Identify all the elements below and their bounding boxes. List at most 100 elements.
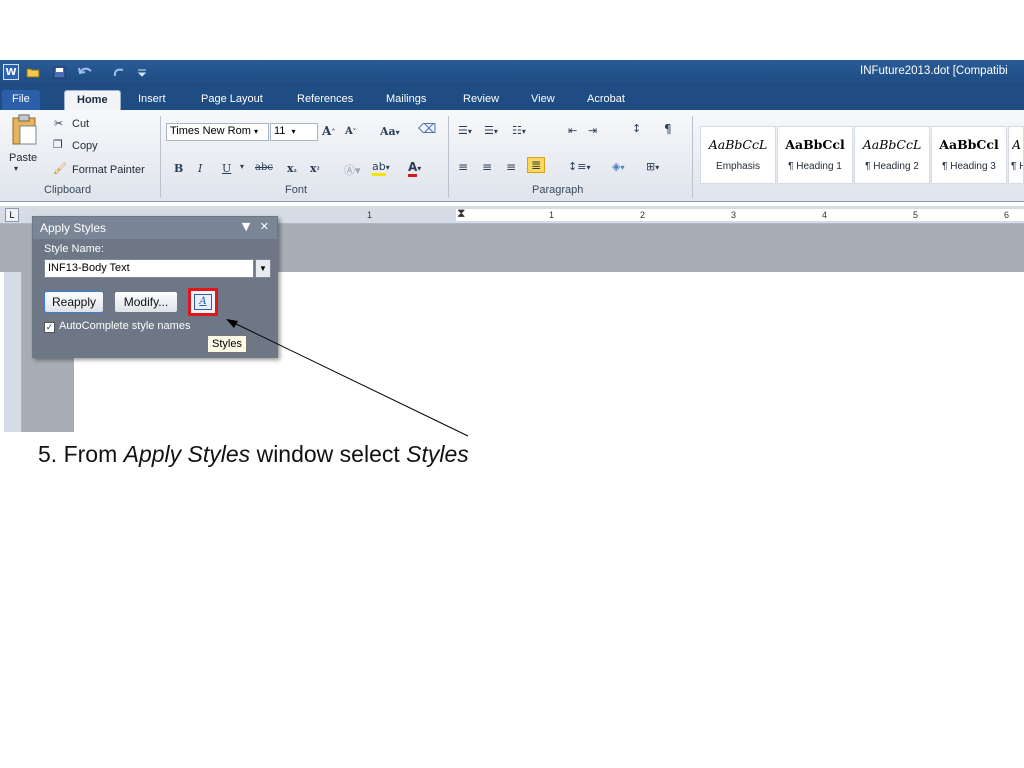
title-bar: W INFuture2013.dot [Compatibi <box>0 60 1024 86</box>
clipboard-group-label: Clipboard <box>44 184 92 196</box>
bold-icon[interactable]: B <box>174 162 183 175</box>
undo-icon[interactable] <box>76 64 98 80</box>
numbering-icon[interactable]: ☰▾ <box>484 124 498 137</box>
increase-indent-icon[interactable]: ⇥ <box>588 124 597 137</box>
styles-icon: A <box>194 294 212 310</box>
vertical-ruler[interactable] <box>4 272 22 432</box>
subscript-icon[interactable]: x₂ <box>287 162 297 175</box>
divider <box>160 116 161 198</box>
tab-references[interactable]: References <box>297 90 353 110</box>
ruler-number: 2 <box>640 210 646 220</box>
tab-insert[interactable]: Insert <box>138 90 166 110</box>
underline-icon[interactable]: U <box>222 162 231 175</box>
style-heading-3[interactable]: AaBbCcl ¶ Heading 3 <box>931 126 1007 184</box>
strikethrough-icon[interactable]: abc <box>255 162 273 173</box>
change-case-icon[interactable]: Aa▾ <box>380 125 400 138</box>
tab-review[interactable]: Review <box>463 90 499 110</box>
format-painter-button[interactable]: Format Painter <box>72 164 145 176</box>
borders-icon[interactable]: ⊞▾ <box>646 160 659 173</box>
apply-styles-pane: Apply Styles ▼ ✕ Style Name: INF13-Body … <box>32 216 278 358</box>
bullets-icon[interactable]: ☰▾ <box>458 124 472 137</box>
slide-caption: 5. From Apply Styles window select Style… <box>38 441 469 468</box>
modify-button[interactable]: Modify... <box>114 291 178 313</box>
style-name-input[interactable]: INF13-Body Text <box>44 259 254 278</box>
clear-formatting-icon[interactable]: ⌫ <box>418 122 436 137</box>
tab-file[interactable]: File <box>2 90 40 110</box>
ruler-number: 3 <box>731 210 737 220</box>
style-heading-1[interactable]: AaBbCcl ¶ Heading 1 <box>777 126 853 184</box>
italic-icon[interactable]: I <box>198 162 202 175</box>
justify-icon[interactable]: ≣ <box>527 157 546 173</box>
style-name: ¶ Heading 2 <box>865 161 919 172</box>
caption-styles: Styles <box>406 441 469 467</box>
pane-menu-icon[interactable]: ▼ <box>242 220 250 233</box>
paste-icon[interactable] <box>10 114 40 149</box>
paste-dropdown-icon[interactable]: ▾ <box>14 164 18 173</box>
ruler-number: 4 <box>822 210 828 220</box>
style-emphasis[interactable]: AaBbCcL Emphasis <box>700 126 776 184</box>
reapply-button[interactable]: Reapply <box>44 291 104 313</box>
apply-styles-body: Style Name: INF13-Body Text ▼ Reapply Mo… <box>33 239 277 357</box>
customize-icon[interactable] <box>136 64 148 80</box>
style-sample: AaBbCcL <box>708 137 768 152</box>
superscript-icon[interactable]: x² <box>310 162 320 175</box>
font-name-combo[interactable]: Times New Rom ▾ <box>166 123 269 141</box>
styles-button[interactable]: A <box>188 288 218 316</box>
align-right-icon[interactable]: ≡ <box>506 160 516 174</box>
tab-home[interactable]: Home <box>64 90 121 110</box>
redo-icon[interactable] <box>110 64 130 80</box>
tab-view[interactable]: View <box>531 90 555 110</box>
style-name: ¶ Heading 1 <box>788 161 842 172</box>
style-sample: A <box>1012 137 1022 152</box>
save-icon[interactable] <box>52 64 66 80</box>
autocomplete-option[interactable]: ✓ AutoComplete style names <box>44 320 190 333</box>
tab-acrobat[interactable]: Acrobat <box>587 90 625 110</box>
sort-icon[interactable]: ↕ <box>632 122 641 135</box>
align-left-icon[interactable]: ≡ <box>458 160 468 174</box>
tab-mailings[interactable]: Mailings <box>386 90 426 110</box>
font-color-icon[interactable]: A▾ <box>408 160 421 177</box>
cut-button[interactable]: Cut <box>72 118 89 130</box>
autocomplete-checkbox[interactable]: ✓ <box>44 322 55 333</box>
divider <box>692 116 693 198</box>
word-app-icon[interactable]: W <box>3 64 19 80</box>
ribbon-tabs: File Home Insert Page Layout References … <box>0 86 1024 110</box>
ruler-number: 5 <box>913 210 919 220</box>
text-effects-icon[interactable]: Ⓐ▾ <box>344 162 361 178</box>
shading-icon[interactable]: ◈▾ <box>612 160 624 173</box>
tab-page-layout[interactable]: Page Layout <box>201 90 263 110</box>
show-formatting-icon[interactable]: ¶ <box>664 122 672 136</box>
grow-font-icon[interactable]: A˄ <box>322 124 335 138</box>
style-sample: AaBbCcL <box>862 137 922 152</box>
multilevel-list-icon[interactable]: ☷▾ <box>512 124 526 137</box>
font-name-value: Times New Rom <box>170 125 251 137</box>
indent-marker-icon[interactable]: ⧗ <box>457 206 465 221</box>
tab-selector-icon[interactable]: L <box>5 208 19 222</box>
paste-button[interactable]: Paste <box>9 152 37 164</box>
line-spacing-icon[interactable]: ↕≡▾ <box>568 160 590 173</box>
apply-styles-header[interactable]: Apply Styles ▼ ✕ <box>33 217 277 239</box>
font-size-combo[interactable]: 11 ▾ <box>270 123 318 141</box>
align-center-icon[interactable]: ≡ <box>482 160 492 174</box>
underline-dropdown-icon[interactable]: ▾ <box>240 162 244 171</box>
autocomplete-label: AutoComplete style names <box>59 320 191 332</box>
pane-controls: ▼ ✕ <box>242 220 269 233</box>
caption-middle: window select <box>250 441 407 467</box>
cut-icon: ✂ <box>54 117 64 130</box>
ruler-number: 6 <box>1004 210 1010 220</box>
copy-icon: ❐ <box>53 138 63 151</box>
decrease-indent-icon[interactable]: ⇤ <box>568 124 577 137</box>
copy-button[interactable]: Copy <box>72 140 98 152</box>
format-painter-icon: 🖌 <box>53 162 67 175</box>
highlight-color-icon[interactable]: ab▾ <box>372 160 390 176</box>
apply-styles-title: Apply Styles <box>40 221 107 235</box>
font-group-label: Font <box>285 184 308 196</box>
ruler-number: 1 <box>549 210 555 220</box>
shrink-font-icon[interactable]: A˅ <box>345 126 356 137</box>
close-icon[interactable]: ✕ <box>260 220 269 233</box>
folder-icon[interactable] <box>26 64 40 80</box>
style-heading-2[interactable]: AaBbCcL ¶ Heading 2 <box>854 126 930 184</box>
chevron-down-icon[interactable]: ▼ <box>255 259 271 278</box>
style-heading-4[interactable]: A ¶ H <box>1008 126 1024 184</box>
slide: W INFuture2013.dot [Compatibi File Home … <box>0 0 1024 768</box>
